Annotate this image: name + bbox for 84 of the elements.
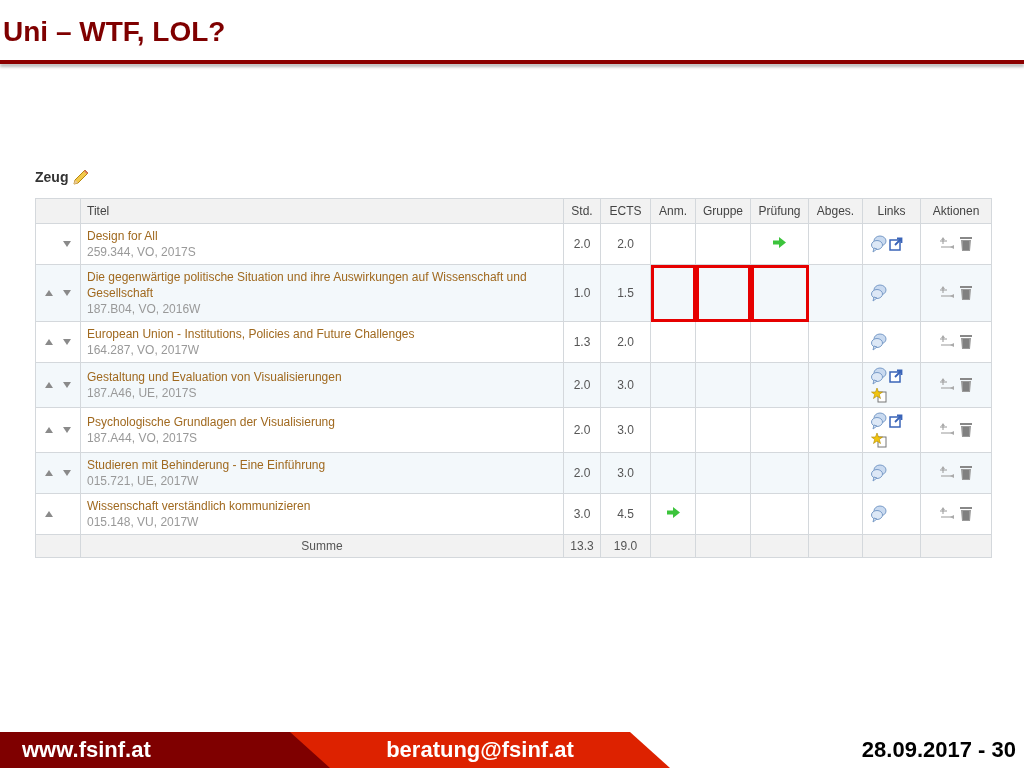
chat-bubbles-icon[interactable] [871,505,887,523]
section-title: Zeug [35,169,69,185]
chat-bubbles-icon[interactable] [871,464,887,482]
arrow-right-icon[interactable] [666,507,680,518]
course-title-link[interactable]: Wissenschaft verständlich kommunizieren [87,498,559,514]
chat-bubbles-icon[interactable] [871,412,887,430]
move-up-icon[interactable] [45,470,53,476]
course-meta: 015.148, VU, 2017W [87,514,200,530]
trash-icon[interactable] [959,377,973,393]
course-meta: 015.721, UE, 2017W [87,473,200,489]
trash-icon[interactable] [959,236,973,252]
move-arrows-icon[interactable] [939,236,955,252]
trash-icon[interactable] [959,465,973,481]
course-title-link[interactable]: Die gegenwärtige politische Situation und ihre Auswirkungen auf Wissenschaft und Gesellschaft [87,269,559,301]
course-meta: 259.344, VO, 2017S [87,244,197,260]
move-arrows-icon[interactable] [939,506,955,522]
table-cell: 4.5 [600,493,651,535]
table-cell: 3.0 [600,362,651,408]
table-cell: 2.0 [563,362,601,408]
course-title-link[interactable]: Studieren mit Behinderung - Eine Einführung [87,457,559,473]
move-up-icon[interactable] [45,382,53,388]
chat-bubbles-icon[interactable] [871,284,887,302]
table-cell: 2.0 [563,452,601,494]
table-cell: 1.3 [563,321,601,363]
external-link-icon[interactable] [889,414,903,428]
move-down-icon[interactable] [63,241,71,247]
column-header: ECTS [600,198,651,224]
move-up-icon[interactable] [45,511,53,517]
email-link[interactable]: beratung@fsinf.at [386,737,574,763]
column-header: Titel [80,198,564,224]
column-header: Prüfung [750,198,809,224]
table-cell: 1.0 [563,264,601,322]
move-up-icon[interactable] [45,427,53,433]
move-up-icon[interactable] [45,339,53,345]
column-header: Gruppe [695,198,751,224]
trash-icon[interactable] [959,285,973,301]
table-cell: Summe [80,534,564,558]
table-cell: 2.0 [563,407,601,453]
table-cell: 3.0 [600,452,651,494]
column-header: Abges. [808,198,863,224]
course-meta: 187.A46, UE, 2017S [87,385,198,401]
move-down-icon[interactable] [63,470,71,476]
column-header: Aktionen [920,198,992,224]
website-link[interactable]: www.fsinf.at [22,737,151,763]
table-cell: 3.0 [563,493,601,535]
course-title-link[interactable]: Gestaltung und Evaluation von Visualisierungen [87,369,559,385]
arrow-right-icon[interactable] [773,237,786,248]
course-meta: 164.287, VO, 2017W [87,342,201,358]
move-down-icon[interactable] [63,427,71,433]
table-cell: 2.0 [563,223,601,265]
table-cell: 1.5 [600,264,651,322]
chat-bubbles-icon[interactable] [871,333,887,351]
chat-bubbles-icon[interactable] [871,367,887,385]
external-link-icon[interactable] [889,237,903,251]
date-page-number: 28.09.2017 - 30 [861,737,1016,763]
course-title-link[interactable]: Design for All [87,228,559,244]
star-document-icon[interactable] [871,387,887,403]
move-down-icon[interactable] [63,339,71,345]
chat-bubbles-icon[interactable] [871,235,887,253]
column-header: Anm. [650,198,696,224]
move-arrows-icon[interactable] [939,377,955,393]
table-cell: 2.0 [600,223,651,265]
external-link-icon[interactable] [889,369,903,383]
move-arrows-icon[interactable] [939,465,955,481]
move-arrows-icon[interactable] [939,422,955,438]
slide-title: Uni – WTF, LOL? [2,15,227,49]
move-arrows-icon[interactable] [939,285,955,301]
pencil-icon[interactable] [72,168,91,186]
move-down-icon[interactable] [63,382,71,388]
trash-icon[interactable] [959,422,973,438]
course-title-link[interactable]: European Union - Institutions, Policies and Future Challenges [87,326,559,342]
trash-icon[interactable] [959,506,973,522]
column-header: Std. [563,198,601,224]
star-document-icon[interactable] [871,432,887,448]
table-cell: 3.0 [600,407,651,453]
column-header: Links [862,198,921,224]
move-down-icon[interactable] [63,290,71,296]
move-up-icon[interactable] [45,290,53,296]
trash-icon[interactable] [959,334,973,350]
course-title-link[interactable]: Psychologische Grundlagen der Visualisierung [87,414,559,430]
table-cell: 2.0 [600,321,651,363]
course-meta: 187.B04, VO, 2016W [87,301,202,317]
move-arrows-icon[interactable] [939,334,955,350]
course-meta: 187.A44, VO, 2017S [87,430,199,446]
